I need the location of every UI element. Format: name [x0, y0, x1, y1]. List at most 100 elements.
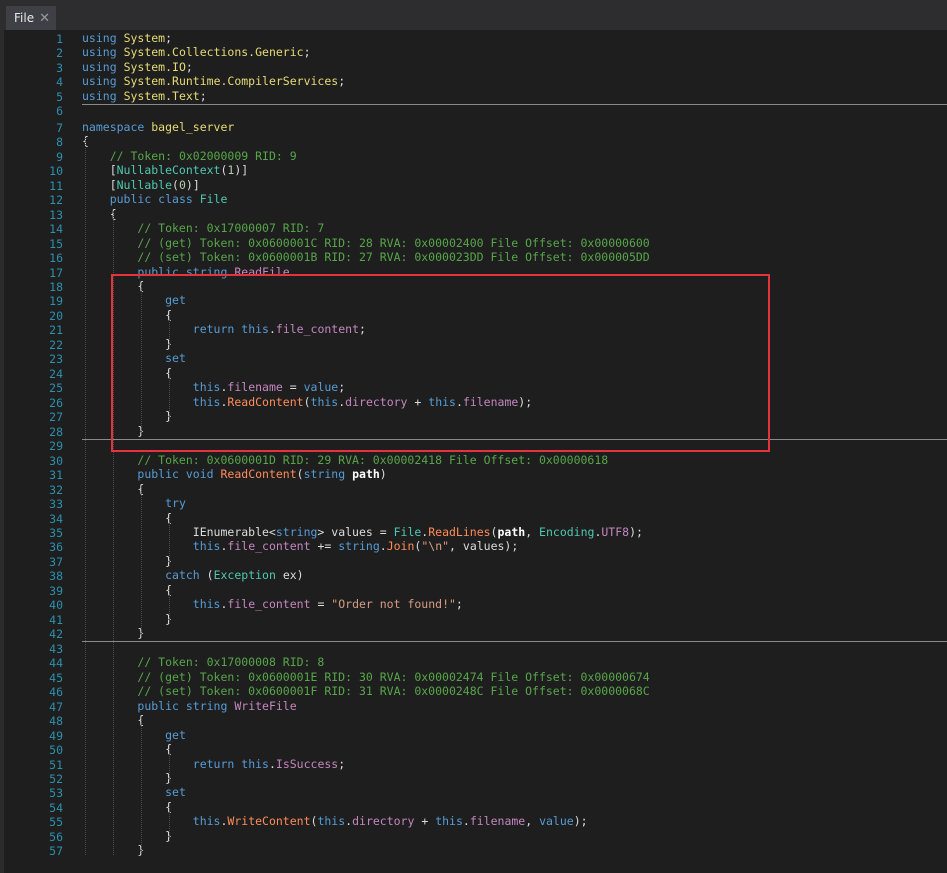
code-token: IsSuccess [275, 757, 339, 771]
line-number: 16 [49, 251, 63, 265]
line-number: 33 [49, 497, 63, 511]
code-line[interactable]: try [82, 496, 186, 511]
code-token: ex) [275, 568, 304, 582]
code-line[interactable]: this.WriteContent(this.directory + this.… [82, 814, 588, 829]
code-line[interactable]: return this.IsSuccess; [82, 757, 345, 772]
code-line[interactable]: namespace bagel_server [82, 120, 234, 135]
tab-file[interactable]: File ✕ [6, 6, 56, 30]
code-line[interactable]: using System.IO; [82, 60, 193, 75]
line-number: 44 [49, 656, 63, 670]
code-line[interactable]: { [82, 742, 172, 757]
line-number: 9 [56, 150, 63, 164]
line-number: 3 [56, 61, 63, 75]
code-line[interactable]: [Nullable(0)] [82, 178, 200, 193]
code-line[interactable]: set [82, 785, 186, 800]
code-token: "Order not found!" [331, 597, 456, 611]
code-line[interactable]: } [82, 612, 172, 627]
code-line[interactable]: { [82, 583, 172, 598]
line-number: 27 [49, 410, 63, 424]
code-token: file_content [227, 539, 311, 553]
code-token: Join [386, 539, 415, 553]
line-number: 6 [56, 104, 63, 118]
code-line[interactable]: using System.Text; [82, 89, 207, 104]
line-number: 19 [49, 294, 63, 308]
code-line[interactable]: { [82, 207, 117, 222]
code-line[interactable]: public string WriteFile [82, 699, 296, 714]
code-token: this [192, 597, 221, 611]
code-line[interactable]: { [82, 800, 172, 815]
line-number: 15 [49, 237, 63, 251]
code-token: { [82, 207, 117, 221]
line-number: 57 [49, 844, 63, 858]
code-token: ); [573, 814, 588, 828]
code-line[interactable]: public void ReadContent(string path) [82, 467, 386, 482]
code-line[interactable]: using System; [82, 31, 172, 46]
code-line[interactable]: // Token: 0x0600001D RID: 29 RVA: 0x0000… [82, 453, 608, 468]
line-number: 55 [49, 815, 63, 829]
code-line[interactable]: } [82, 771, 172, 786]
code-token: } [82, 554, 173, 568]
code-line[interactable]: this.file_content += string.Join("\n", v… [82, 539, 519, 554]
code-token: // (get) Token: 0x0600001C RID: 28 RVA: … [137, 236, 650, 250]
line-number: 25 [49, 381, 63, 395]
code-token: )] [185, 178, 200, 192]
line-number-gutter: 1 2 3 4 5 6 7 8 9 10 11 12 13 14 15 16 17 18 19 20 21 22 23 24 2… [0, 30, 70, 873]
code-token: ; [303, 45, 311, 59]
code-line[interactable]: // Token: 0x02000009 RID: 9 [82, 149, 297, 164]
code-line[interactable]: [NullableContext(1)] [82, 163, 249, 178]
code-token: ( [199, 568, 214, 582]
code-line[interactable]: this.file_content = "Order not found!"; [82, 597, 463, 612]
code-token: File [393, 525, 422, 539]
code-token: ReadLines [428, 525, 491, 539]
close-icon[interactable]: ✕ [39, 11, 50, 26]
tab-bar: File ✕ [0, 0, 947, 30]
code-token: System [123, 31, 166, 45]
code-token: Nullable [116, 178, 173, 192]
code-line[interactable]: // (set) Token: 0x0600001F RID: 31 RVA: … [82, 684, 649, 699]
code-token: catch [165, 568, 200, 582]
code-token: public void [137, 467, 214, 481]
code-token: string [303, 467, 346, 481]
code-token: + [414, 814, 436, 828]
code-line[interactable]: // (set) Token: 0x0600001B RID: 27 RVA: … [82, 250, 649, 265]
code-token: IEnumerable< [82, 525, 276, 539]
code-token: ( [172, 178, 179, 192]
code-line[interactable]: } [82, 554, 172, 569]
code-token: , [525, 525, 540, 539]
line-number: 23 [49, 352, 63, 366]
code-line[interactable]: // Token: 0x17000007 RID: 7 [82, 221, 324, 236]
code-line[interactable]: } [82, 829, 172, 844]
line-number: 12 [49, 193, 63, 207]
code-line[interactable]: catch (Exception ex) [82, 568, 304, 583]
line-number: 14 [49, 222, 63, 236]
code-token: > values = [317, 525, 394, 539]
code-token: this [192, 539, 221, 553]
code-editor[interactable]: 1 2 3 4 5 6 7 8 9 10 11 12 13 14 15 16 17 18 19 20 21 22 23 24 2… [0, 30, 947, 873]
code-token: file_content [227, 597, 311, 611]
code-line[interactable]: // (get) Token: 0x0600001E RID: 30 RVA: … [82, 670, 649, 685]
code-line[interactable]: get [82, 728, 186, 743]
code-token: = [310, 597, 332, 611]
code-token: ; [338, 757, 346, 771]
code-token: // Token: 0x17000008 RID: 8 [137, 655, 325, 669]
code-token: // Token: 0x02000009 RID: 9 [109, 149, 297, 163]
line-number: 30 [49, 454, 63, 468]
line-number: 4 [56, 75, 63, 89]
code-line[interactable]: public class File [82, 192, 228, 207]
code-token: NullableContext [116, 163, 221, 177]
line-number: 41 [49, 613, 63, 627]
code-token: System.Collections.Generic [123, 45, 304, 59]
code-token: public class [109, 192, 193, 206]
line-number: 56 [49, 830, 63, 844]
code-line[interactable]: IEnumerable<string> values = File.ReadLi… [82, 525, 643, 540]
code-line[interactable]: // (get) Token: 0x0600001C RID: 28 RVA: … [82, 236, 650, 251]
code-line[interactable]: { [82, 511, 172, 526]
code-line[interactable]: using System.Collections.Generic; [82, 45, 311, 60]
code-line[interactable]: // Token: 0x17000008 RID: 8 [82, 655, 324, 670]
code-line[interactable]: using System.Runtime.CompilerServices; [82, 74, 345, 89]
